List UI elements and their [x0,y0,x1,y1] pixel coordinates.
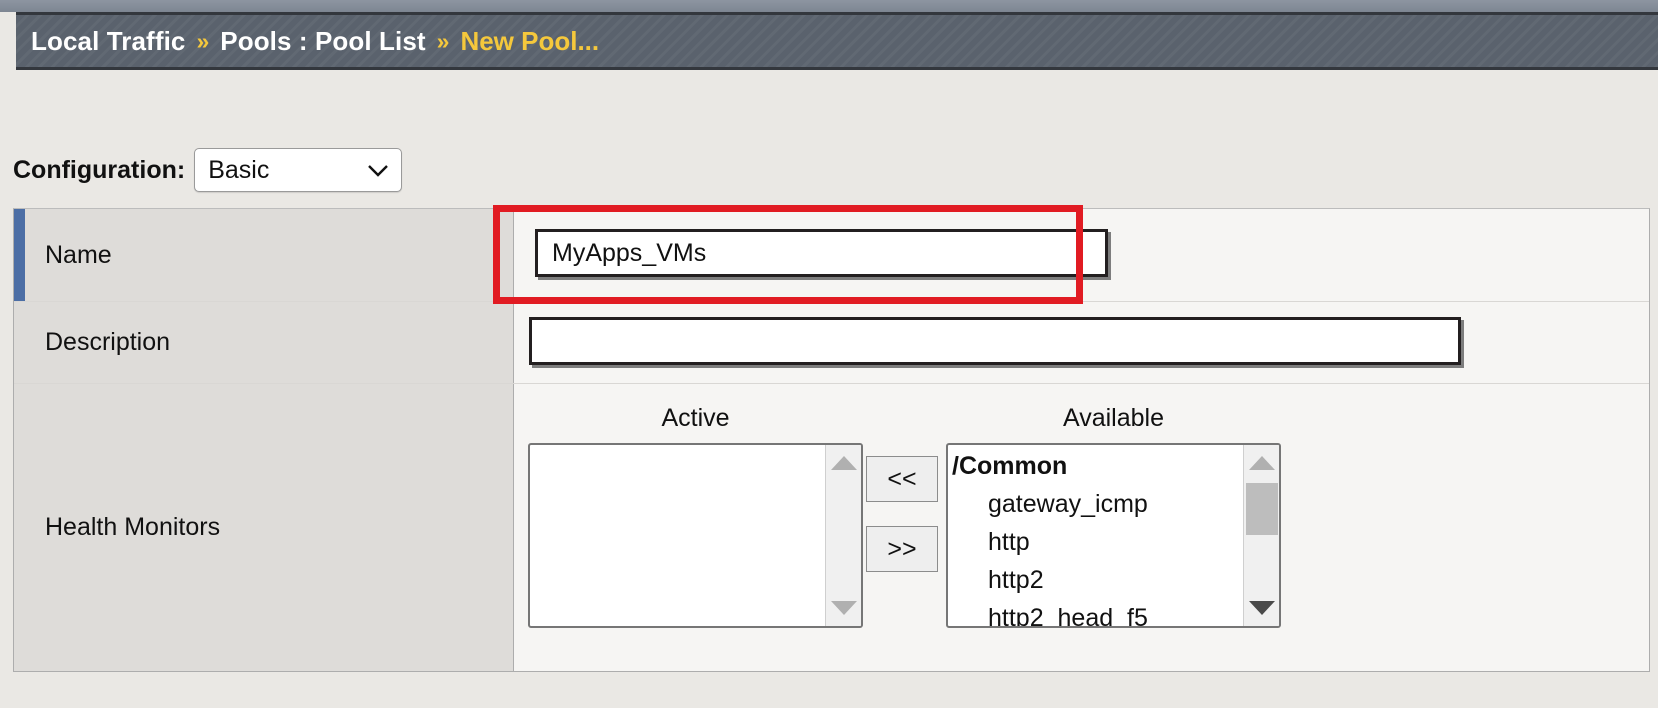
active-list-caption: Active [661,404,730,432]
scroll-down-arrow-icon[interactable] [1244,594,1279,622]
move-right-button[interactable]: >> [866,526,938,572]
breadcrumb-current-new-pool: New Pool... [460,25,600,56]
description-input[interactable] [529,317,1461,365]
table-row-name: Name MyApps_VMs [14,209,1649,302]
health-monitors-label: Health Monitors [14,384,514,671]
breadcrumb-item-pool-list[interactable]: Pools : Pool List [220,26,425,57]
available-monitors-listbox[interactable]: /Common gateway_icmp http http2 http2_he… [946,443,1281,628]
transfer-buttons: << >> [866,456,938,596]
scroll-up-arrow-icon[interactable] [826,449,861,477]
active-monitors-listbox[interactable] [528,443,863,628]
move-left-button[interactable]: << [866,456,938,502]
available-list-caption: Available [1062,404,1164,432]
health-monitors-value-cell: Active << >> Available /Common gateway_i… [514,384,1649,671]
scrollbar-thumb[interactable] [1246,483,1278,535]
list-item[interactable]: gateway_icmp [948,485,1243,523]
list-item[interactable]: http2 [948,561,1243,599]
name-input[interactable]: MyApps_VMs [535,229,1108,277]
list-item[interactable]: http2_head_f5 [948,599,1243,626]
configuration-select-value: Basic [208,155,270,184]
active-monitors-column: Active [528,402,863,628]
description-label: Description [14,302,514,383]
scroll-down-arrow-icon[interactable] [826,594,861,622]
breadcrumb-item-local-traffic[interactable]: Local Traffic [31,26,185,57]
description-value-cell [514,302,1649,383]
table-row-description: Description [14,302,1649,384]
required-field-marker [14,209,25,301]
name-value-cell: MyApps_VMs [514,209,1649,301]
configuration-select[interactable]: Basic [194,148,403,192]
chevron-down-icon [367,164,389,177]
top-gradient-strip [0,0,1658,12]
breadcrumb: Local Traffic » Pools : Pool List » New … [16,12,1658,70]
available-monitors-items: /Common gateway_icmp http http2 http2_he… [948,445,1243,626]
breadcrumb-separator-icon: » [196,27,210,54]
list-item[interactable]: http [948,523,1243,561]
option-group-common: /Common [952,452,1068,480]
breadcrumb-separator-icon: » [436,27,450,54]
available-list-scrollbar[interactable] [1243,445,1279,626]
configuration-label: Configuration: [13,155,186,184]
available-monitors-column: Available /Common gateway_icmp http http… [946,402,1281,628]
name-label: Name [14,209,514,301]
active-monitors-items [530,445,825,626]
pool-configuration-table: Name MyApps_VMs Description Health Monit… [13,208,1650,672]
scroll-up-arrow-icon[interactable] [1244,449,1279,477]
active-list-scrollbar[interactable] [825,445,861,626]
table-row-health-monitors: Health Monitors Active << >> Available /… [14,384,1649,671]
configuration-row: Configuration: Basic [13,148,403,192]
